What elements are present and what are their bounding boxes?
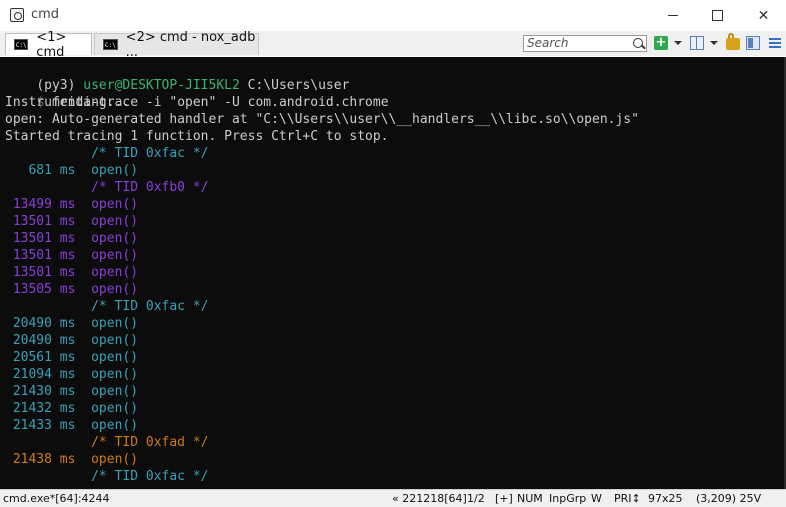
- terminal-line: 13501 ms open(): [5, 265, 139, 280]
- split-dropdown-icon[interactable]: [710, 41, 718, 45]
- terminal-line: 681 ms open(): [5, 163, 139, 178]
- tab-label: <1> cmd: [36, 29, 67, 60]
- minimize-button[interactable]: [650, 0, 695, 31]
- new-console-button[interactable]: +: [654, 36, 668, 50]
- terminal-line: open: Auto-generated handler at "C:\\Use…: [5, 112, 639, 127]
- hamburger-menu-icon[interactable]: [768, 36, 782, 50]
- terminal-line: 21438 ms open(): [5, 452, 139, 467]
- terminal-line: 21430 ms open(): [5, 384, 139, 399]
- terminal-output[interactable]: (py3) user@DESKTOP-JII5KL2 C:\Users\user…: [0, 57, 786, 489]
- terminal-line: 21433 ms open(): [5, 418, 139, 433]
- tab-bar: C:\ <1> cmd C:\ <2> cmd - nox_adb ...: [0, 30, 786, 60]
- search-icon[interactable]: [633, 38, 643, 48]
- panel-view-icon[interactable]: [746, 36, 760, 50]
- terminal-line: 20490 ms open(): [5, 316, 139, 331]
- terminal-line: /* TID 0xfb0 */: [5, 180, 209, 195]
- status-position: (3,209) 25V: [696, 492, 762, 505]
- tab-label: <2> cmd - nox_adb ...: [125, 29, 256, 60]
- close-button[interactable]: ✕: [741, 0, 786, 31]
- prompt-line: (py3) user@DESKTOP-JII5KL2 C:\Users\user: [5, 60, 349, 93]
- status-pri[interactable]: PRI↕: [614, 492, 641, 506]
- command-line: $ frida-trace -i "open" -U com.android.c…: [5, 77, 388, 110]
- lock-icon[interactable]: [726, 33, 740, 50]
- minimize-icon: [667, 15, 678, 16]
- status-plus[interactable]: [+]: [495, 492, 513, 506]
- terminal-line: 13499 ms open(): [5, 197, 139, 212]
- status-num: NUM: [517, 492, 543, 505]
- terminal-line: /* TID 0xfac */: [5, 146, 209, 161]
- maximize-icon: [712, 10, 723, 21]
- conemu-app-icon[interactable]: [10, 8, 24, 22]
- cmd-icon: C:\: [14, 39, 29, 50]
- terminal-line: /* TID 0xfad */: [5, 435, 209, 450]
- terminal-line: 20561 ms open(): [5, 350, 139, 365]
- tab-cmd-1[interactable]: C:\ <1> cmd: [5, 30, 92, 60]
- terminal-line: 13501 ms open(): [5, 214, 139, 229]
- status-inpgrp: InpGrp: [549, 492, 587, 505]
- terminal-line: 13501 ms open(): [5, 231, 139, 246]
- tab-cmd-nox-adb[interactable]: C:\ <2> cmd - nox_adb ...: [94, 30, 259, 60]
- terminal-line: 20490 ms open(): [5, 333, 139, 348]
- terminal-line: Started tracing 1 function. Press Ctrl+C…: [5, 129, 389, 144]
- terminal-line: 21094 ms open(): [5, 367, 139, 382]
- status-size: 97x25: [648, 492, 683, 505]
- cmd-icon: C:\: [103, 39, 118, 50]
- title-bar: cmd ✕: [0, 0, 786, 31]
- split-panes-icon[interactable]: [690, 36, 704, 50]
- terminal-line: 13505 ms open(): [5, 282, 139, 297]
- close-icon: ✕: [757, 7, 770, 24]
- terminal-line: Instrumenting...: [5, 95, 131, 110]
- terminal-line: /* TID 0xfac */: [5, 299, 209, 314]
- status-process[interactable]: cmd.exe*[64]:4244: [3, 492, 110, 506]
- status-w: W: [591, 492, 602, 505]
- status-bar: cmd.exe*[64]:4244 « 221218[64] 1/2 [+] N…: [0, 489, 786, 507]
- terminal-line: 21432 ms open(): [5, 401, 139, 416]
- search-input[interactable]: Search: [523, 35, 647, 52]
- status-build: « 221218[64]: [392, 492, 467, 505]
- search-placeholder: Search: [527, 36, 569, 50]
- status-page[interactable]: 1/2: [467, 492, 485, 506]
- new-console-dropdown-icon[interactable]: [674, 41, 682, 45]
- window-title: cmd: [31, 7, 60, 22]
- terminal-line: /* TID 0xfac */: [5, 469, 209, 484]
- terminal-line: 13501 ms open(): [5, 248, 139, 263]
- maximize-button[interactable]: [695, 0, 740, 31]
